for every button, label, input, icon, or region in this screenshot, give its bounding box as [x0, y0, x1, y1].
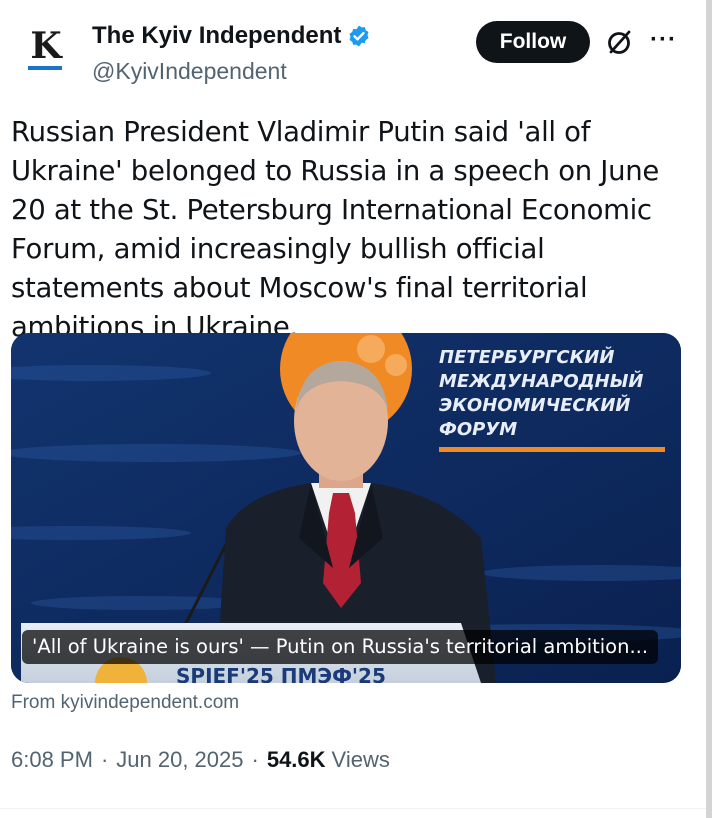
tweet-header: K The Kyiv Independent @KyivIndependent …: [0, 0, 706, 100]
tweet-date[interactable]: Jun 20, 2025: [116, 747, 243, 773]
verified-badge-icon: [349, 25, 369, 47]
tweet-meta: 6:08 PM · Jun 20, 2025 · 54.6K Views: [11, 747, 390, 773]
author-name-row[interactable]: The Kyiv Independent: [92, 22, 371, 50]
avatar-logo-letter: K: [30, 25, 62, 67]
views-label: Views: [331, 747, 390, 772]
backdrop-text-line: ФОРУМ: [439, 419, 517, 440]
link-source[interactable]: From kyivindependent.com: [11, 692, 239, 714]
backdrop-text-line: ЭКОНОМИЧЕСКИЙ: [439, 394, 630, 416]
backdrop-text-line: ПЕТЕРБУРГСКИЙ: [439, 346, 614, 368]
backdrop-text-line: МЕЖДУНАРОДНЫЙ: [439, 370, 643, 392]
avatar-logo-underline: [28, 66, 62, 70]
tweet-time[interactable]: 6:08 PM: [11, 747, 93, 773]
divider: [0, 808, 706, 809]
media-caption[interactable]: 'All of Ukraine is ours' — Putin on Russ…: [22, 630, 659, 664]
podium-text: SPIEF'25 ПМЭФ'25: [176, 664, 386, 683]
avatar[interactable]: K: [16, 18, 76, 78]
views-count[interactable]: 54.6K: [267, 747, 326, 773]
ellipsis-icon[interactable]: ···: [650, 28, 677, 52]
meta-separator: ·: [251, 747, 259, 772]
meta-separator: ·: [100, 747, 109, 772]
scroll-edge: [706, 0, 712, 818]
grok-slash-circle-icon[interactable]: [604, 27, 634, 57]
tweet-text: Russian President Vladimir Putin said 'a…: [11, 116, 659, 343]
author-handle[interactable]: @KyivIndependent: [92, 58, 287, 85]
author-display-name[interactable]: The Kyiv Independent: [92, 22, 341, 50]
follow-button[interactable]: Follow: [476, 21, 590, 63]
